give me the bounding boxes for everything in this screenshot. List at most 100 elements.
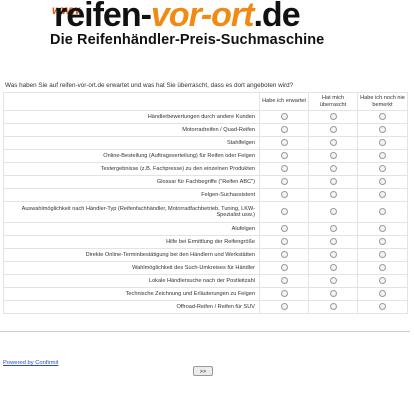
survey-row: Auswahlmöglichkeit nach Händler-Typ (Rei… xyxy=(3,201,408,223)
answer-radio[interactable] xyxy=(280,263,288,271)
answer-radio[interactable] xyxy=(329,276,337,284)
radio-cell xyxy=(308,201,358,223)
answer-radio[interactable] xyxy=(329,250,337,258)
next-button[interactable]: >> xyxy=(193,366,213,376)
column-header: Habe ich erwartet xyxy=(259,92,309,111)
survey-row: Testergebnisse (z.B. Fachpresse) zu den … xyxy=(3,162,408,176)
radio-cell xyxy=(259,261,309,275)
answer-radio[interactable] xyxy=(379,207,386,215)
answer-radio[interactable] xyxy=(280,207,288,215)
answer-radio[interactable] xyxy=(329,125,337,133)
answer-radio[interactable] xyxy=(280,151,288,159)
answer-radio[interactable] xyxy=(379,125,386,133)
radio-cell xyxy=(357,300,408,314)
header-blank xyxy=(3,92,260,111)
answer-radio[interactable] xyxy=(329,263,337,271)
radio-cell xyxy=(259,110,309,124)
survey-row: Wahlmöglichkeit des Such-Umkreises für H… xyxy=(3,261,408,275)
radio-cell xyxy=(259,149,309,163)
answer-radio[interactable] xyxy=(280,125,288,133)
answer-radio[interactable] xyxy=(379,289,386,297)
answer-radio[interactable] xyxy=(379,112,386,120)
radio-cell xyxy=(259,162,309,176)
survey-row: Felgen-Suchassistent xyxy=(3,188,408,202)
survey-row-label: Technische Zeichnung und Erläuterungen z… xyxy=(3,287,260,301)
answer-radio[interactable] xyxy=(379,250,386,258)
answer-radio[interactable] xyxy=(280,138,288,146)
radio-cell xyxy=(259,287,309,301)
column-header: Habe ich noch nie bemerkt xyxy=(357,92,408,111)
answer-radio[interactable] xyxy=(379,177,386,185)
answer-radio[interactable] xyxy=(329,112,337,120)
answer-radio[interactable] xyxy=(379,164,386,172)
answer-radio[interactable] xyxy=(329,289,337,297)
answer-radio[interactable] xyxy=(329,237,337,245)
answer-radio[interactable] xyxy=(280,112,288,120)
answer-radio[interactable] xyxy=(379,138,386,146)
survey-row-label: Alufelgen xyxy=(3,222,260,236)
radio-cell xyxy=(308,162,358,176)
answer-radio[interactable] xyxy=(280,289,288,297)
radio-cell xyxy=(308,248,358,262)
answer-radio[interactable] xyxy=(379,263,386,271)
column-header: Hat mich überrascht xyxy=(308,92,358,111)
radio-cell xyxy=(357,274,408,288)
radio-cell xyxy=(357,201,408,223)
answer-radio[interactable] xyxy=(280,224,288,232)
radio-cell xyxy=(357,248,408,262)
radio-cell xyxy=(259,235,309,249)
survey-row-label: Online-Bestellung (Auftragsverteilung) f… xyxy=(3,149,260,163)
radio-cell xyxy=(259,222,309,236)
radio-cell xyxy=(357,110,408,124)
answer-radio[interactable] xyxy=(280,177,288,185)
answer-radio[interactable] xyxy=(329,224,337,232)
radio-cell xyxy=(357,188,408,202)
radio-cell xyxy=(357,123,408,137)
answer-radio[interactable] xyxy=(379,302,386,310)
radio-cell xyxy=(357,175,408,189)
answer-radio[interactable] xyxy=(280,250,288,258)
survey-question: Was haben Sie auf reifen-vor-ort.de erwa… xyxy=(5,82,294,89)
answer-radio[interactable] xyxy=(379,190,386,198)
survey-row-label: Wahlmöglichkeit des Such-Umkreises für H… xyxy=(3,261,260,275)
radio-cell xyxy=(259,248,309,262)
radio-cell xyxy=(308,175,358,189)
survey-row: Alufelgen xyxy=(3,222,408,236)
answer-radio[interactable] xyxy=(379,224,386,232)
logo-part-vor-ort: vor-ort xyxy=(150,0,255,34)
answer-radio[interactable] xyxy=(280,302,288,310)
powered-by-link[interactable]: Powered by Confirmit xyxy=(3,360,58,366)
survey-row-label: Stahlfelgen xyxy=(3,136,260,150)
answer-radio[interactable] xyxy=(329,302,337,310)
survey-row-label: Felgen-Suchassistent xyxy=(3,188,260,202)
answer-radio[interactable] xyxy=(329,207,337,215)
radio-cell xyxy=(308,136,358,150)
survey-row-label: Hilfe bei Ermittlung der Reifengröße xyxy=(3,235,260,249)
answer-radio[interactable] xyxy=(329,177,337,185)
answer-radio[interactable] xyxy=(329,151,337,159)
answer-radio[interactable] xyxy=(379,276,386,284)
radio-cell xyxy=(259,136,309,150)
answer-radio[interactable] xyxy=(280,164,288,172)
survey-row: Motorradreifen / Quad-Reifen xyxy=(3,123,408,137)
radio-cell xyxy=(259,274,309,288)
survey-row: Online-Bestellung (Auftragsverteilung) f… xyxy=(3,149,408,163)
radio-cell xyxy=(357,222,408,236)
answer-radio[interactable] xyxy=(329,190,337,198)
answer-radio[interactable] xyxy=(329,138,337,146)
radio-cell xyxy=(259,300,309,314)
radio-cell xyxy=(259,123,309,137)
answer-radio[interactable] xyxy=(379,237,386,245)
survey-row: Stahlfelgen xyxy=(3,136,408,150)
answer-radio[interactable] xyxy=(280,237,288,245)
answer-radio[interactable] xyxy=(329,164,337,172)
answer-radio[interactable] xyxy=(280,190,288,198)
radio-cell xyxy=(357,136,408,150)
answer-radio[interactable] xyxy=(280,276,288,284)
radio-cell xyxy=(308,123,358,137)
answer-radio[interactable] xyxy=(379,151,386,159)
footer-divider xyxy=(0,331,410,332)
survey-row-label: Glossar für Fachbegriffe ("Reifen ABC") xyxy=(3,175,260,189)
radio-cell xyxy=(308,287,358,301)
radio-cell xyxy=(259,201,309,223)
